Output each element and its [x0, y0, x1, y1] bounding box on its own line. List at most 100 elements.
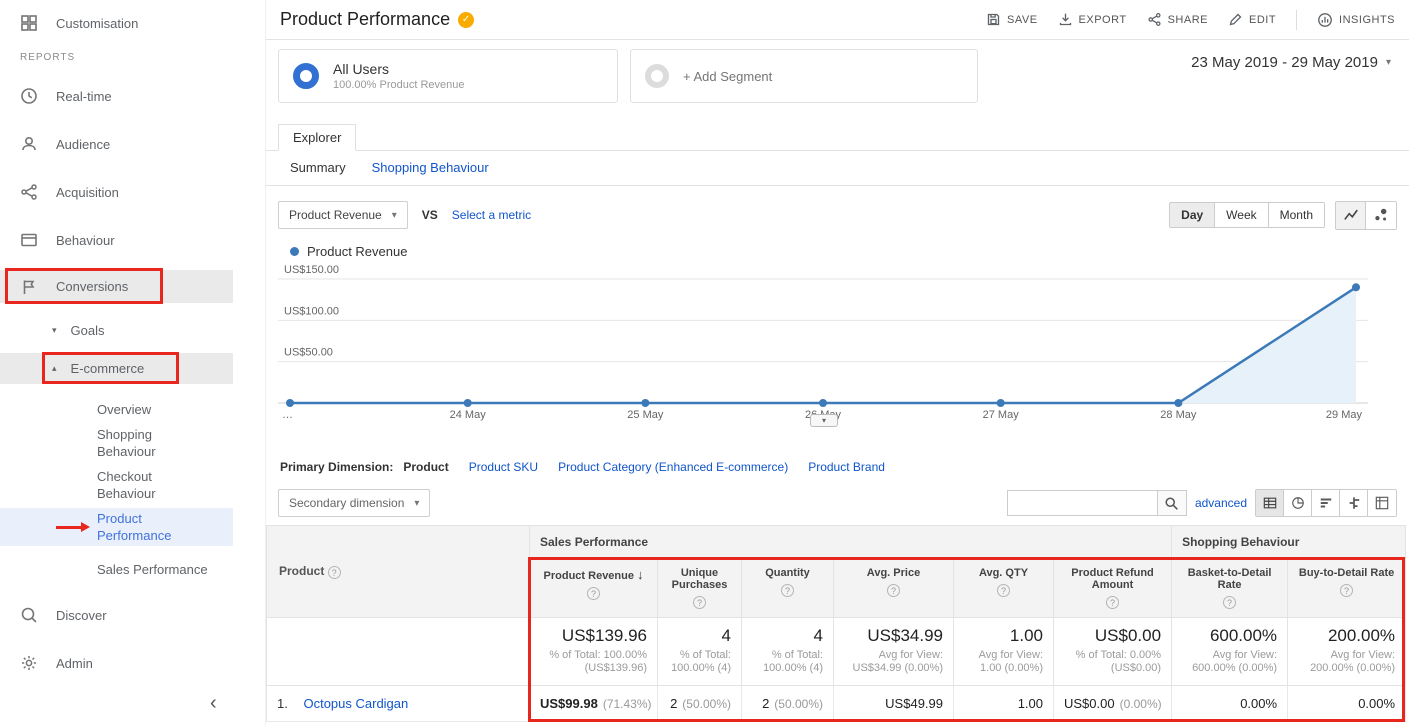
subtab-summary[interactable]: Summary	[290, 160, 346, 175]
totals-cell: US$34.99Avg for View: US$34.99 (0.00%)	[834, 618, 954, 686]
dimension-product[interactable]: Product	[403, 460, 448, 474]
help-icon[interactable]: ?	[781, 584, 794, 597]
sidebar-item-label: Shopping Behaviour	[97, 426, 213, 460]
svg-text:27 May: 27 May	[983, 409, 1020, 421]
chevron-down-icon: ▾	[1386, 57, 1391, 68]
add-segment-label: + Add Segment	[683, 69, 772, 84]
sidebar-item-label: Acquisition	[56, 185, 119, 200]
granularity-day-button[interactable]: Day	[1170, 203, 1215, 227]
totals-row: US$139.96% of Total: 100.00% (US$139.96)…	[267, 618, 1406, 686]
pivot-view-icon[interactable]	[1368, 490, 1396, 516]
share-icon	[1147, 12, 1162, 27]
table-row: 1. Octopus Cardigan US$99.98(71.43%) 2(5…	[267, 686, 1406, 722]
metric-cell: US$49.99	[834, 686, 954, 722]
svg-text:US$50.00: US$50.00	[284, 347, 333, 359]
advanced-link[interactable]: advanced	[1195, 496, 1247, 510]
sidebar-item-label: Behaviour	[56, 233, 115, 248]
sidebar-item-product-performance[interactable]: Product Performance	[0, 508, 233, 546]
help-icon[interactable]: ?	[1223, 596, 1236, 609]
product-cell: 1. Octopus Cardigan	[267, 686, 530, 722]
insights-label: INSIGHTS	[1339, 14, 1395, 26]
product-link[interactable]: Octopus Cardigan	[303, 696, 408, 711]
granularity-month-button[interactable]: Month	[1269, 203, 1324, 227]
column-header-buy-to-detail-rate[interactable]: Buy-to-Detail Rate?	[1288, 559, 1406, 618]
timeseries-chart[interactable]: US$50.00US$100.00US$150.00…24 May25 May2…	[266, 263, 1409, 433]
sidebar-item-customisation[interactable]: Customisation	[0, 8, 138, 38]
column-header-quantity[interactable]: Quantity?	[742, 559, 834, 618]
motion-chart-button[interactable]	[1366, 202, 1396, 229]
chevron-down-icon: ▾	[52, 325, 57, 336]
help-icon[interactable]: ?	[1106, 596, 1119, 609]
svg-text:29 May: 29 May	[1326, 409, 1363, 421]
sidebar-item-goals[interactable]: ▾ Goals	[0, 317, 105, 343]
dimension-product-sku[interactable]: Product SKU	[469, 460, 538, 474]
help-icon[interactable]: ?	[693, 596, 706, 609]
help-icon[interactable]: ?	[587, 587, 600, 600]
clock-icon	[20, 87, 38, 105]
dimension-product-brand[interactable]: Product Brand	[808, 460, 885, 474]
sidebar-item-label: Goals	[71, 323, 105, 338]
sidebar-item-label: Conversions	[56, 279, 128, 294]
svg-text:…: …	[282, 409, 293, 421]
select-a-metric-link[interactable]: Select a metric	[452, 208, 531, 222]
sidebar-item-discover[interactable]: Discover	[0, 600, 107, 630]
sidebar-item-realtime[interactable]: Real-time	[0, 81, 112, 111]
help-icon[interactable]: ?	[887, 584, 900, 597]
sidebar-item-label: Audience	[56, 137, 110, 152]
sidebar-item-behaviour[interactable]: Behaviour	[0, 225, 115, 255]
export-button[interactable]: EXPORT	[1058, 12, 1127, 27]
granularity-week-button[interactable]: Week	[1215, 203, 1268, 227]
column-header-product[interactable]: Product ?	[267, 526, 530, 618]
totals-cell: 200.00%Avg for View: 200.00% (0.00%)	[1288, 618, 1406, 686]
share-button[interactable]: SHARE	[1147, 12, 1208, 27]
sidebar-collapse-button[interactable]: ‹	[210, 692, 217, 715]
column-header-product-revenue[interactable]: Product Revenue↓ ?	[530, 559, 658, 618]
sidebar-item-ecommerce[interactable]: ▴ E-commerce	[0, 353, 233, 384]
sidebar-item-acquisition[interactable]: Acquisition	[0, 177, 119, 207]
column-header-avg-qty[interactable]: Avg. QTY?	[954, 559, 1054, 618]
segment-all-users[interactable]: All Users 100.00% Product Revenue	[278, 49, 618, 103]
metric-select-dropdown[interactable]: Product Revenue ▾	[278, 201, 408, 229]
line-chart-button[interactable]	[1336, 202, 1366, 229]
insights-button[interactable]: INSIGHTS	[1317, 12, 1395, 28]
add-segment-donut-icon	[645, 64, 669, 88]
sidebar-item-overview[interactable]: Overview	[0, 394, 151, 424]
add-segment-button[interactable]: + Add Segment	[630, 49, 978, 103]
help-icon[interactable]: ?	[328, 566, 341, 579]
timeline-handle[interactable]: ▾	[810, 414, 838, 427]
column-header-product-refund-amount[interactable]: Product Refund Amount?	[1054, 559, 1172, 618]
column-header-avg-price[interactable]: Avg. Price?	[834, 559, 954, 618]
table-search	[1007, 490, 1187, 516]
group-header-sales-performance: Sales Performance	[530, 526, 1172, 559]
table-view-icon[interactable]	[1256, 490, 1284, 516]
sidebar-item-admin[interactable]: Admin	[0, 648, 93, 678]
customisation-grid-icon	[20, 14, 38, 32]
sidebar-item-conversions[interactable]: Conversions	[0, 270, 233, 303]
save-button[interactable]: SAVE	[986, 12, 1038, 27]
sidebar-item-shopping-behaviour[interactable]: Shopping Behaviour	[0, 424, 213, 462]
sidebar-item-audience[interactable]: Audience	[0, 129, 110, 159]
help-icon[interactable]: ?	[997, 584, 1010, 597]
dimension-product-category[interactable]: Product Category (Enhanced E-commerce)	[558, 460, 788, 474]
sidebar-item-sales-performance[interactable]: Sales Performance	[0, 550, 213, 588]
subtab-shopping-behaviour[interactable]: Shopping Behaviour	[372, 160, 489, 175]
date-range-label: 23 May 2019 - 29 May 2019	[1191, 54, 1378, 71]
tab-explorer[interactable]: Explorer	[278, 124, 356, 151]
secondary-dimension-dropdown[interactable]: Secondary dimension ▾	[278, 489, 430, 517]
percentage-view-icon[interactable]	[1284, 490, 1312, 516]
export-label: EXPORT	[1079, 14, 1127, 26]
totals-cell: 4% of Total: 100.00% (4)	[658, 618, 742, 686]
date-range-selector[interactable]: 23 May 2019 - 29 May 2019 ▾	[1191, 54, 1391, 71]
metric-cell: 1.00	[954, 686, 1054, 722]
column-header-unique-purchases[interactable]: Unique Purchases?	[658, 559, 742, 618]
sidebar-item-label: Discover	[56, 608, 107, 623]
search-input[interactable]	[1007, 490, 1157, 516]
search-button[interactable]	[1157, 490, 1187, 516]
sidebar-item-checkout-behaviour[interactable]: Checkout Behaviour	[0, 466, 213, 504]
help-icon[interactable]: ?	[1340, 584, 1353, 597]
comparison-view-icon[interactable]	[1340, 490, 1368, 516]
edit-button[interactable]: EDIT	[1228, 12, 1276, 27]
performance-view-icon[interactable]	[1312, 490, 1340, 516]
column-header-basket-to-detail-rate[interactable]: Basket-to-Detail Rate?	[1172, 559, 1288, 618]
segment-subtitle: 100.00% Product Revenue	[333, 79, 464, 91]
